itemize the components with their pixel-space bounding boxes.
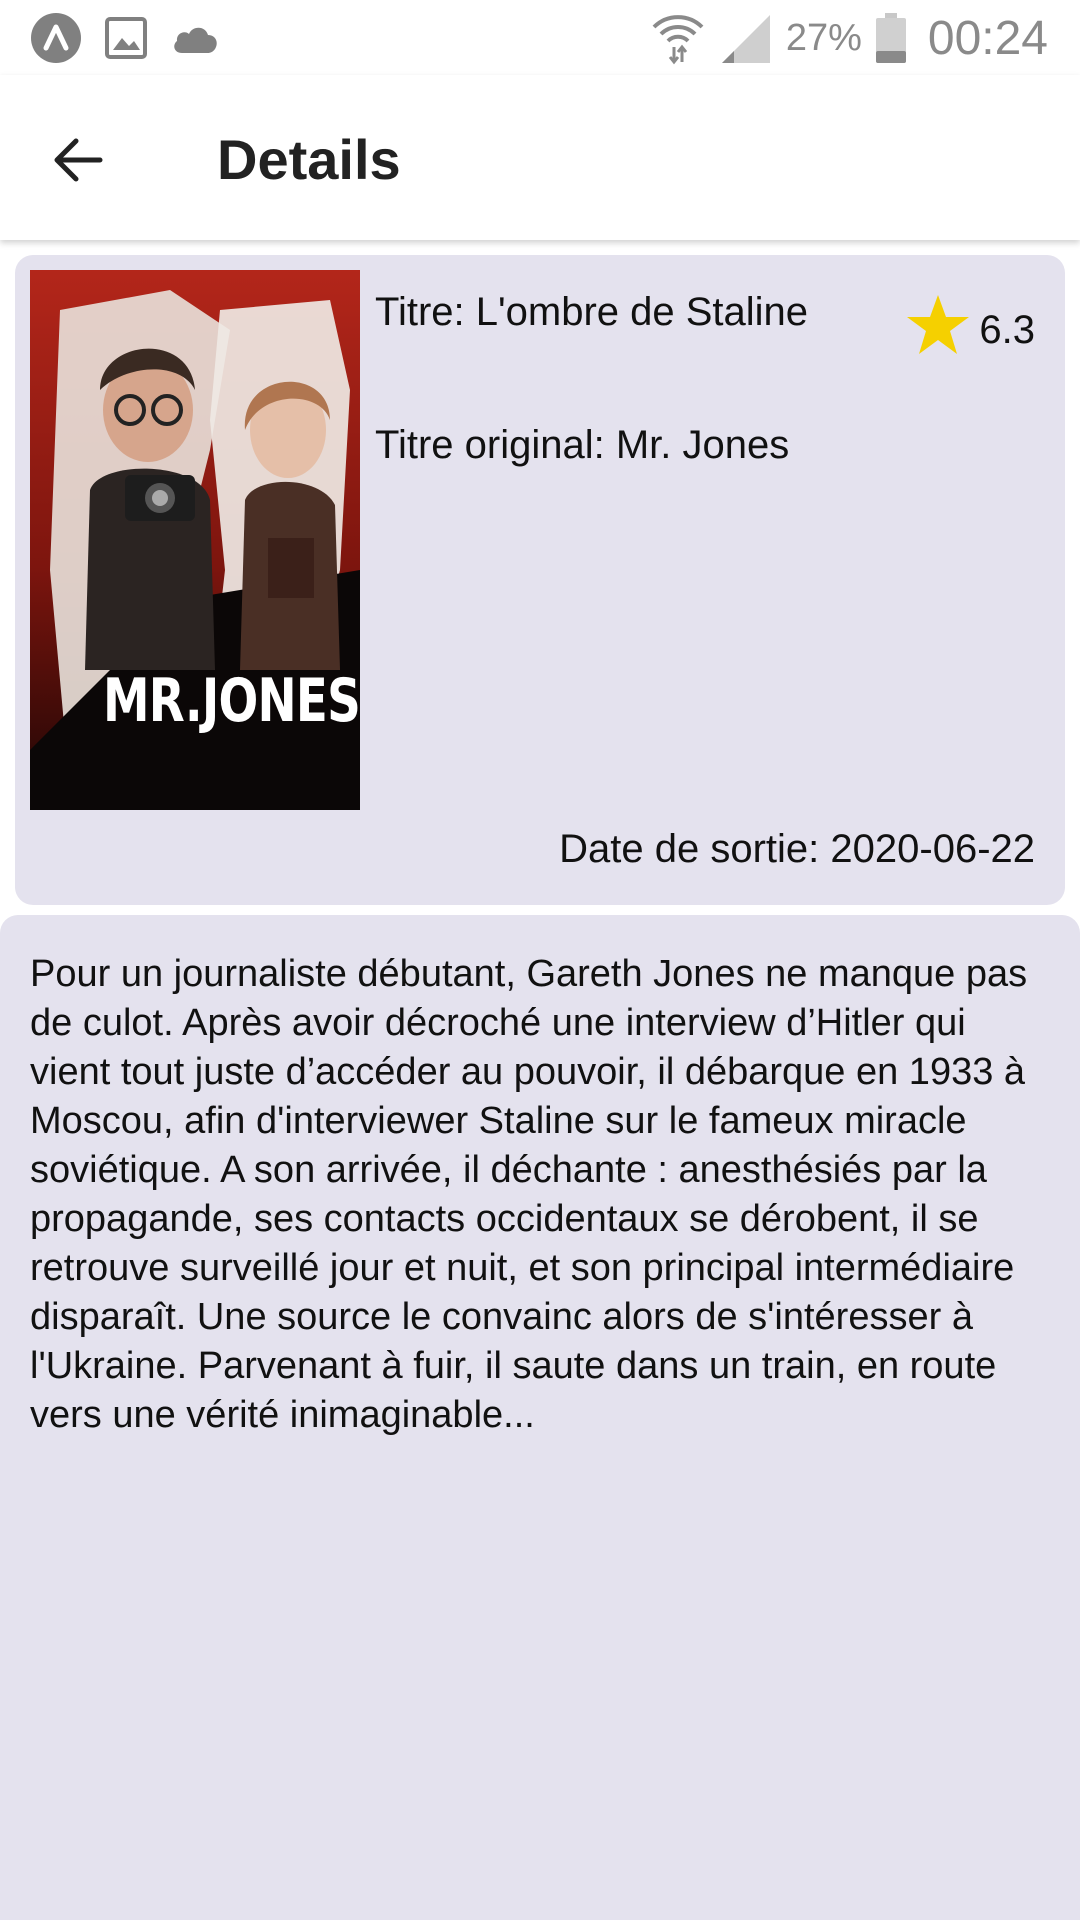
- signal-icon: [721, 15, 770, 63]
- image-icon: [105, 17, 147, 59]
- poster-title-text: MR.JONES: [102, 666, 360, 736]
- details-content[interactable]: MR.JONES Titre: L'ombre de Staline Titre…: [0, 240, 1080, 1920]
- app-bar: Details: [0, 75, 1080, 240]
- star-icon: [907, 295, 970, 354]
- status-bar-system: 27% 00:24: [650, 6, 1048, 70]
- movie-info-card: MR.JONES Titre: L'ombre de Staline Titre…: [15, 255, 1065, 905]
- app-a-icon: [31, 13, 81, 63]
- back-button[interactable]: [38, 120, 118, 200]
- status-bar-clock: 00:24: [927, 11, 1048, 65]
- movie-overview: Pour un journaliste débutant, Gareth Jon…: [30, 953, 1028, 1436]
- wifi-icon: [652, 15, 704, 65]
- page-title: Details: [217, 128, 401, 191]
- battery-icon: [875, 13, 906, 63]
- movie-poster: MR.JONES: [30, 270, 360, 810]
- movie-original-title: Titre original: Mr. Jones: [375, 423, 790, 467]
- movie-rating: 6.3: [905, 293, 1035, 357]
- status-bar: 27% 00:24: [0, 0, 1080, 75]
- battery-percent: 27%: [785, 16, 862, 59]
- overview-card: Pour un journaliste débutant, Gareth Jon…: [0, 915, 1080, 1920]
- release-date: Date de sortie: 2020-06-22: [559, 827, 1035, 871]
- movie-title: Titre: L'ombre de Staline: [375, 290, 809, 334]
- cloud-icon: [174, 27, 217, 53]
- arrow-back-icon: [54, 138, 103, 182]
- status-bar-notifications: [30, 12, 220, 64]
- rating-value: 6.3: [979, 308, 1035, 352]
